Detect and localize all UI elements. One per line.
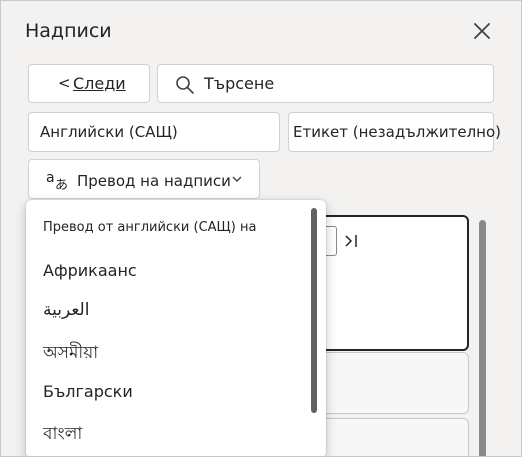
label-field[interactable]: Етикет (незадължително) [288, 112, 501, 152]
label-field-value: Етикет (незадължително) [293, 123, 502, 141]
close-icon [474, 23, 490, 39]
search-value: Търсене [204, 74, 275, 93]
translate-icon: a あ [46, 170, 68, 191]
language-option-afrikaans[interactable]: Африкаанс [43, 261, 137, 280]
language-field-value: Английски (САЩ) [40, 123, 178, 141]
language-field[interactable]: Английски (САЩ) [28, 112, 280, 152]
caption-card-2[interactable] [301, 352, 469, 414]
dropdown-scrollbar[interactable] [311, 208, 317, 413]
language-option-bangla[interactable]: বাংলা [43, 421, 82, 449]
dropdown-header: Превод от английски (САЩ) на [43, 220, 257, 235]
translate-dropdown-menu: Превод от английски (САЩ) на Африкаанс ا… [26, 200, 326, 456]
close-button[interactable] [468, 17, 496, 45]
panel-scrollbar[interactable] [479, 220, 486, 456]
back-button-label: Следи [73, 74, 126, 93]
language-option-assamese[interactable]: অসমীয়া [43, 340, 98, 368]
search-icon [176, 76, 194, 94]
captions-panel: Надписи < Следи Търсене Английски (САЩ) … [0, 0, 522, 457]
caption-card-3[interactable] [301, 418, 469, 456]
language-option-arabic[interactable]: العربية [43, 300, 89, 320]
chevron-down-icon [232, 176, 242, 182]
back-chevron-icon: < [58, 74, 71, 92]
svg-text:a: a [46, 170, 55, 186]
back-button[interactable]: < Следи [28, 64, 150, 103]
translate-captions-button[interactable]: a あ Превод на надписи [28, 159, 260, 199]
language-option-bulgarian[interactable]: Български [43, 382, 133, 401]
panel-title: Надписи [25, 20, 112, 42]
svg-text:あ: あ [55, 178, 68, 191]
skip-to-end-icon[interactable] [344, 233, 360, 249]
search-input[interactable]: Търсене [157, 64, 494, 103]
translate-captions-label: Превод на надписи [77, 172, 231, 190]
